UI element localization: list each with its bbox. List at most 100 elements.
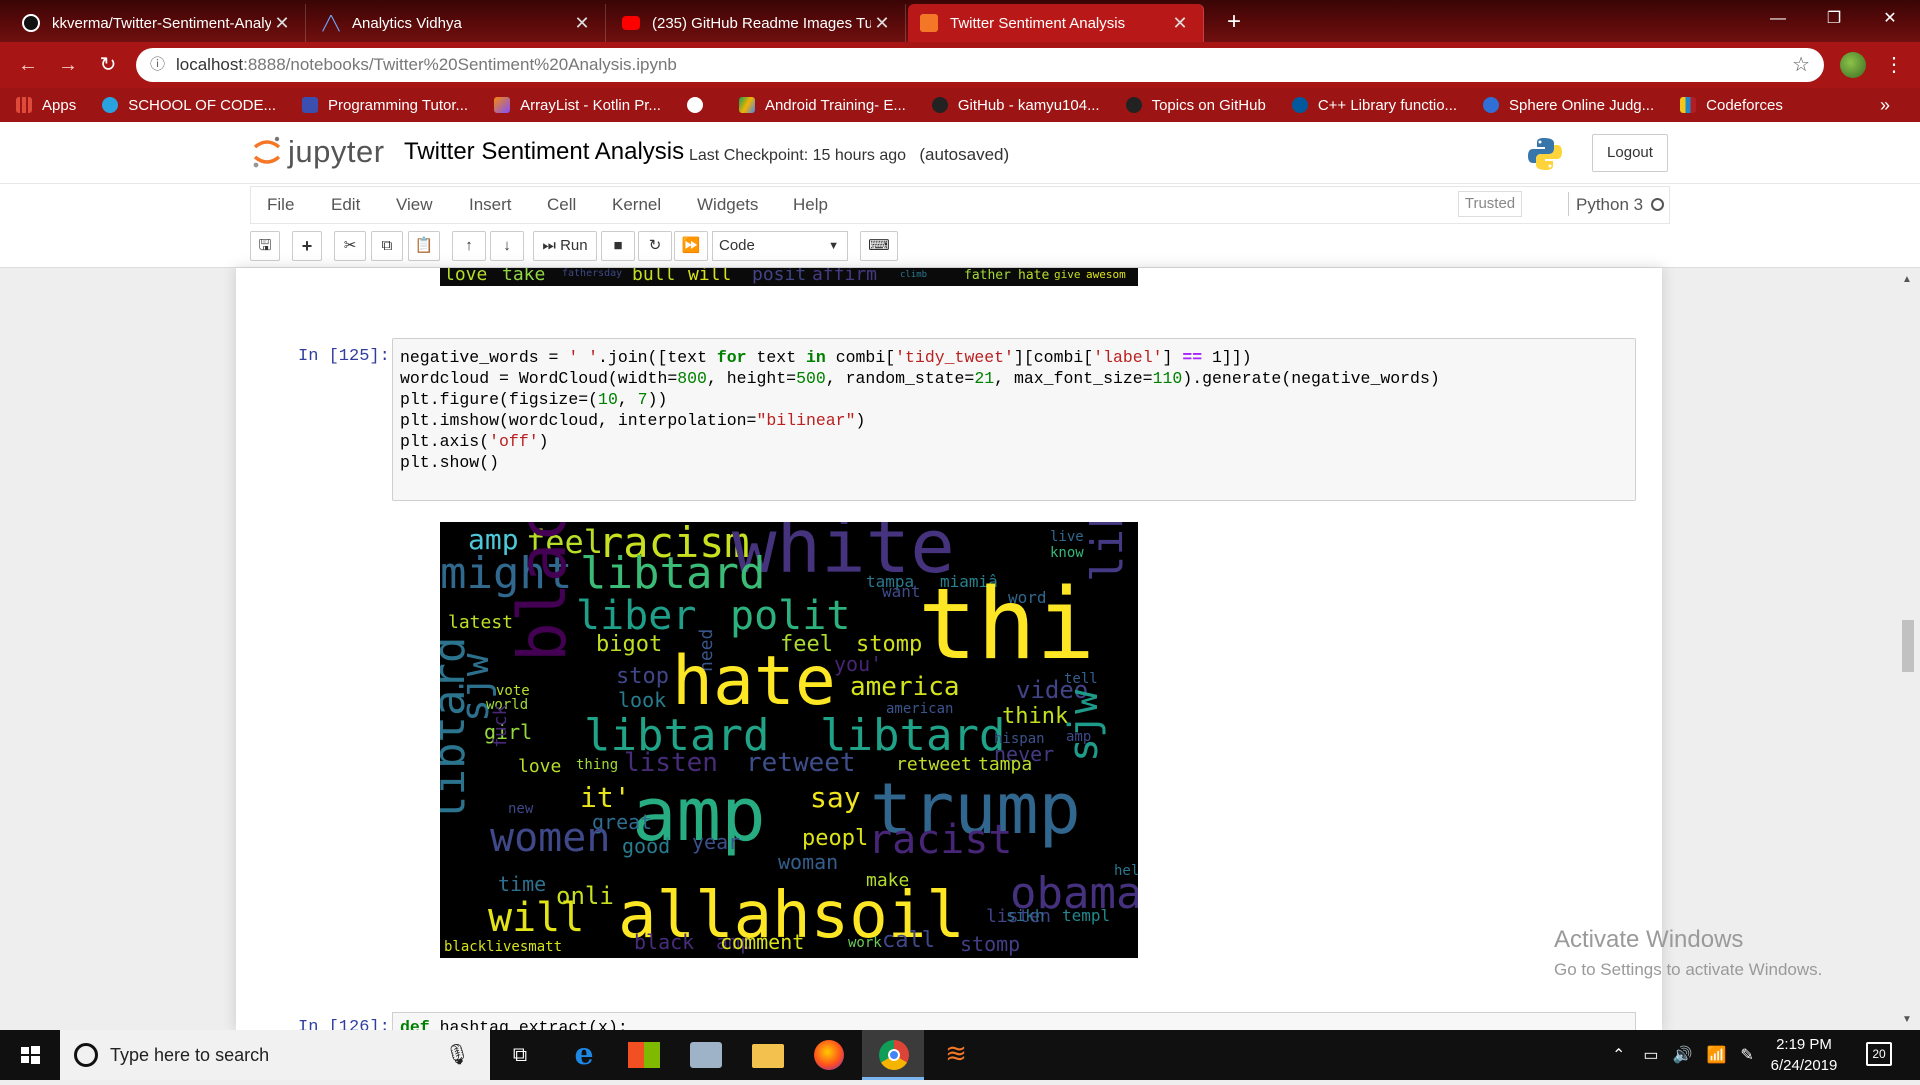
wordcloud-word: amp — [1066, 729, 1092, 745]
wordcloud-word: liber — [576, 593, 697, 639]
close-tab-icon[interactable]: ✕ — [571, 13, 593, 34]
jupyter-taskbar-icon[interactable]: ≋ — [940, 1038, 972, 1068]
restart-kernel-icon[interactable]: ↻ — [638, 231, 672, 261]
scroll-down-icon[interactable]: ▼ — [1902, 1014, 1912, 1025]
store-icon[interactable] — [628, 1042, 660, 1068]
pen-icon[interactable]: ✎ — [1740, 1045, 1753, 1065]
youtube-icon — [622, 16, 640, 30]
jupyter-logo[interactable]: jupyter — [252, 132, 385, 172]
move-down-icon[interactable]: ↓ — [490, 231, 524, 261]
codeforces-icon — [1680, 97, 1697, 113]
bookmark-cpp-library[interactable]: C++ Library functio... — [1291, 97, 1457, 114]
move-up-icon[interactable]: ↑ — [452, 231, 486, 261]
menu-cell[interactable]: Cell — [547, 195, 576, 215]
save-icon[interactable]: 🖫 — [250, 231, 280, 261]
browser-menu-icon[interactable]: ⋮ — [1884, 48, 1904, 82]
bookmark-github-kamyu[interactable]: GitHub - kamyu104... — [931, 97, 1100, 114]
menu-insert[interactable]: Insert — [469, 195, 512, 215]
menu-kernel[interactable]: Kernel — [612, 195, 661, 215]
python-logo-icon — [1528, 138, 1562, 170]
address-bar[interactable]: ⓘ localhost:8888/notebooks/Twitter%20Sen… — [136, 48, 1824, 82]
tab-analytics-vidhya[interactable]: ╱╲ Analytics Vidhya ✕ — [310, 4, 606, 42]
kernel-name[interactable]: Python 3 — [1576, 195, 1643, 215]
wordcloud-word: say — [810, 781, 861, 814]
bookmark-school-of-code[interactable]: SCHOOL OF CODE... — [102, 97, 276, 114]
menu-widgets[interactable]: Widgets — [697, 195, 758, 215]
bookmark-programming-tutor[interactable]: Programming Tutor... — [302, 97, 468, 114]
cell-type-dropdown[interactable]: Code ▼ — [712, 231, 848, 261]
code-line: plt.axis('off') — [400, 432, 549, 451]
menu-file[interactable]: File — [267, 195, 294, 215]
new-tab-button[interactable]: + — [1218, 8, 1250, 36]
wordcloud-word: black — [504, 522, 581, 662]
restart-run-all-icon[interactable]: ⏩ — [674, 231, 708, 261]
wordcloud-word: america — [850, 672, 960, 702]
taskbar-clock[interactable]: 2:19 PM 6/24/2019 — [1762, 1034, 1846, 1076]
bookmark-codeforces[interactable]: Codeforces — [1680, 97, 1783, 114]
interrupt-kernel-icon[interactable]: ■ — [601, 231, 635, 261]
wordcloud-word: hate — [672, 642, 836, 721]
site-info-icon[interactable]: ⓘ — [150, 48, 165, 82]
wordcloud-word: polit — [730, 593, 851, 639]
add-cell-icon[interactable]: + — [292, 231, 322, 261]
notification-center-icon[interactable]: 20 — [1866, 1042, 1892, 1066]
close-tab-icon[interactable]: ✕ — [271, 13, 293, 34]
reload-icon[interactable]: ↻ — [94, 52, 122, 80]
command-palette-keyboard-icon[interactable]: ⌨ — [860, 231, 898, 261]
taskbar-search-box[interactable]: Type here to search 🎙 — [60, 1030, 490, 1080]
tab-youtube[interactable]: (235) GitHub Readme Images Tut ✕ — [610, 4, 906, 42]
more-bookmarks-icon[interactable]: » — [1880, 88, 1890, 122]
wifi-icon[interactable]: 📶 — [1706, 1045, 1726, 1065]
close-tab-icon[interactable]: ✕ — [871, 13, 893, 34]
start-button[interactable] — [0, 1030, 60, 1080]
wordcloud-word: new — [508, 801, 534, 817]
chevron-up-icon[interactable]: ⌃ — [1612, 1045, 1625, 1065]
scroll-up-icon[interactable]: ▲ — [1902, 274, 1912, 285]
task-view-icon[interactable]: ⧉ — [504, 1040, 536, 1070]
trusted-indicator[interactable]: Trusted — [1458, 191, 1522, 217]
restore-window-button[interactable]: ❐ — [1806, 0, 1862, 38]
scrollbar-thumb[interactable] — [1902, 620, 1914, 672]
kotlin-icon — [494, 97, 511, 113]
tab-github[interactable]: kkverma/Twitter-Sentiment-Analy ✕ — [10, 4, 306, 42]
copy-icon[interactable]: ⧉ — [371, 231, 403, 261]
edge-icon[interactable]: e — [568, 1040, 600, 1070]
menu-edit[interactable]: Edit — [331, 195, 360, 215]
close-tab-icon[interactable]: ✕ — [1169, 13, 1191, 34]
menubar — [250, 186, 1670, 224]
forward-icon[interactable]: → — [54, 52, 82, 80]
microphone-icon[interactable]: 🎙 — [445, 1030, 470, 1080]
notebook-title[interactable]: Twitter Sentiment Analysis — [404, 138, 684, 166]
wordcloud-word: vote — [496, 683, 530, 699]
cut-icon[interactable]: ✂ — [334, 231, 366, 261]
wordcloud-word: women — [490, 815, 611, 861]
analytics-vidhya-icon: ╱╲ — [322, 15, 340, 31]
code-line: wordcloud = WordCloud(width=800, height=… — [400, 369, 1440, 388]
profile-avatar[interactable] — [1840, 52, 1866, 78]
menu-help[interactable]: Help — [793, 195, 828, 215]
bookmark-arraylist-kotlin[interactable]: ArrayList - Kotlin Pr... — [494, 97, 661, 114]
minimize-window-button[interactable]: — — [1750, 0, 1806, 38]
bookmark-globe[interactable] — [686, 97, 713, 113]
github-icon — [1125, 97, 1142, 113]
paste-icon[interactable]: 📋 — [408, 231, 440, 261]
bookmark-apps[interactable]: Apps — [16, 97, 76, 114]
close-window-button[interactable]: ✕ — [1862, 0, 1918, 38]
run-button[interactable]: ⏭ Run — [533, 231, 597, 261]
bookmark-star-icon[interactable]: ☆ — [1792, 48, 1810, 82]
back-icon[interactable]: ← — [14, 52, 42, 80]
volume-icon[interactable]: 🔊 — [1673, 1045, 1693, 1065]
wordcloud-word: stomp — [960, 932, 1021, 956]
computer-icon[interactable] — [690, 1042, 722, 1068]
logout-button[interactable]: Logout — [1592, 134, 1668, 172]
wordcloud-word: will — [488, 895, 585, 941]
battery-icon[interactable]: ▭ — [1643, 1045, 1658, 1065]
tab-jupyter-active[interactable]: Twitter Sentiment Analysis ✕ — [908, 4, 1204, 42]
bookmark-topics-on-github[interactable]: Topics on GitHub — [1125, 97, 1266, 114]
firefox-icon[interactable] — [814, 1040, 844, 1070]
chrome-icon[interactable] — [879, 1040, 909, 1070]
bookmark-spoj[interactable]: Sphere Online Judg... — [1483, 97, 1654, 114]
menu-view[interactable]: View — [396, 195, 433, 215]
bookmark-android-training[interactable]: Android Training- E... — [738, 97, 906, 114]
file-explorer-icon[interactable] — [752, 1044, 784, 1068]
